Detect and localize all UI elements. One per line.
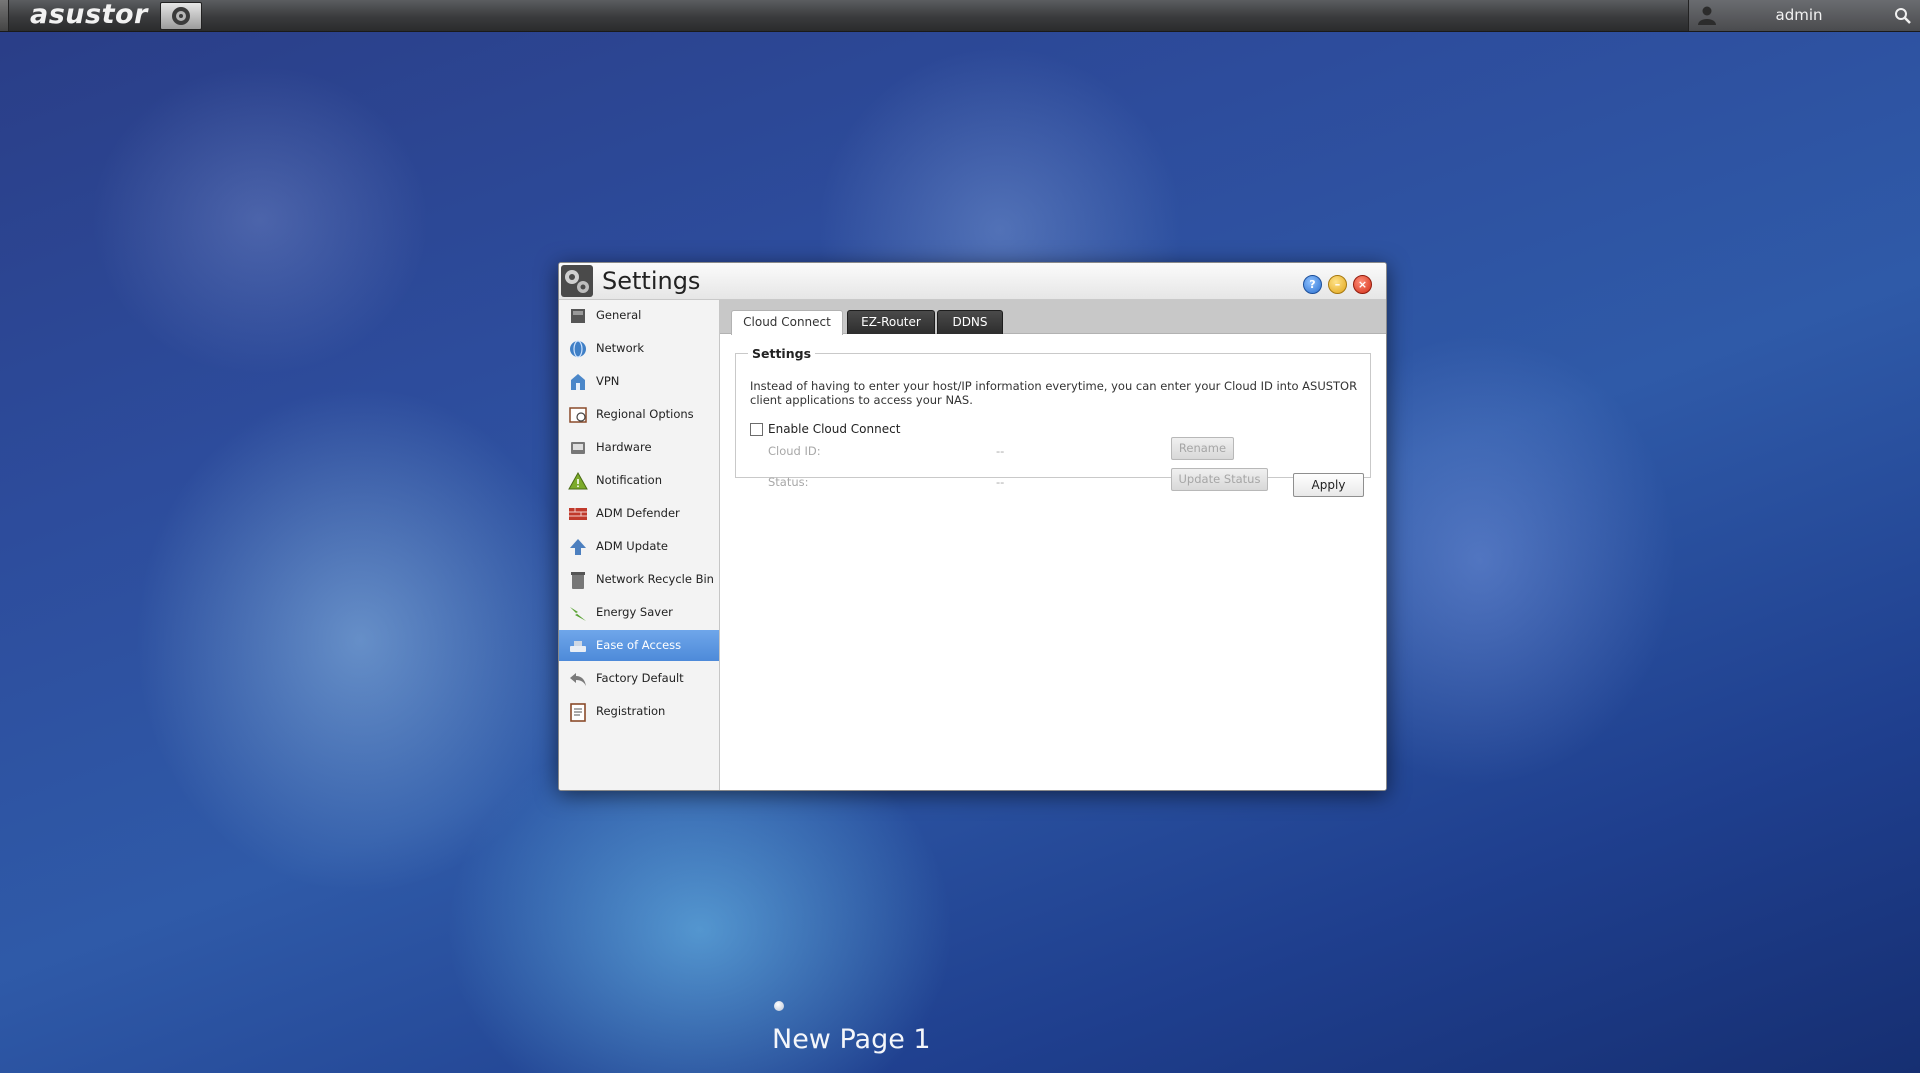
sidebar-item-label: Hardware bbox=[596, 440, 652, 454]
enable-cloud-connect-row: Enable Cloud Connect bbox=[750, 422, 900, 436]
settings-content: Cloud Connect EZ-Router DDNS Settings In… bbox=[720, 300, 1386, 790]
cloud-id-label: Cloud ID: bbox=[768, 444, 821, 458]
settings-gear-icon bbox=[561, 265, 593, 297]
hardware-icon bbox=[571, 442, 585, 454]
brand-logo: asustor bbox=[30, 0, 148, 30]
recycle-bin-icon bbox=[571, 572, 585, 589]
tab-cloud-connect[interactable]: Cloud Connect bbox=[731, 310, 843, 335]
ease-of-access-icon bbox=[570, 641, 586, 652]
adm-defender-icon bbox=[569, 508, 587, 520]
cloud-id-value: -- bbox=[996, 444, 1005, 458]
sidebar-item-label: Notification bbox=[596, 473, 662, 487]
vpn-icon bbox=[571, 374, 585, 390]
sidebar-item-hardware[interactable]: Hardware bbox=[559, 432, 719, 463]
sidebar-item-label: Ease of Access bbox=[596, 638, 682, 652]
sidebar-item-label: General bbox=[596, 308, 642, 322]
topbar-notch bbox=[0, 0, 9, 31]
enable-cloud-connect-label[interactable]: Enable Cloud Connect bbox=[768, 422, 900, 436]
sidebar-item-label: VPN bbox=[596, 374, 620, 388]
help-button[interactable]: ? bbox=[1303, 275, 1322, 294]
user-icon bbox=[1698, 6, 1716, 25]
tab-strip: Cloud Connect EZ-Router DDNS bbox=[720, 300, 1386, 335]
window-titlebar[interactable]: Settings ? – × bbox=[559, 263, 1386, 300]
close-button[interactable]: × bbox=[1353, 275, 1372, 294]
sidebar-item-label: Registration bbox=[596, 704, 666, 718]
network-icon bbox=[570, 340, 586, 358]
cloud-connect-description: Instead of having to enter your host/IP … bbox=[750, 379, 1358, 407]
sidebar-item-energy-saver[interactable]: Energy Saver bbox=[559, 597, 719, 628]
sidebar-item-label: ADM Update bbox=[596, 539, 668, 553]
sidebar-item-ease-of-access[interactable]: Ease of Access bbox=[559, 630, 719, 661]
adm-update-icon bbox=[570, 539, 586, 555]
top-bar: asustor admin bbox=[0, 0, 1920, 32]
status-label: Status: bbox=[768, 475, 809, 489]
regional-options-icon bbox=[569, 407, 587, 423]
notification-icon bbox=[568, 471, 588, 490]
energy-saver-icon bbox=[570, 607, 586, 621]
sidebar-item-regional-options[interactable]: Regional Options bbox=[559, 399, 719, 430]
sidebar-item-vpn[interactable]: VPN bbox=[559, 366, 719, 397]
sidebar-item-label: ADM Defender bbox=[596, 506, 680, 520]
minimize-button[interactable]: – bbox=[1328, 275, 1347, 294]
sidebar-item-label: Energy Saver bbox=[596, 605, 673, 619]
status-value: -- bbox=[996, 475, 1005, 489]
sidebar-item-label: Regional Options bbox=[596, 407, 694, 421]
sidebar-item-label: Factory Default bbox=[596, 671, 684, 685]
minimize-icon: – bbox=[1334, 278, 1341, 291]
gear-icon bbox=[172, 7, 190, 25]
sidebar-item-label: Network bbox=[596, 341, 645, 355]
general-icon bbox=[571, 309, 585, 323]
apply-button[interactable]: Apply bbox=[1293, 473, 1364, 497]
rename-button[interactable]: Rename bbox=[1171, 437, 1234, 460]
sidebar-item-adm-defender[interactable]: ADM Defender bbox=[559, 498, 719, 529]
sidebar-item-adm-update[interactable]: ADM Update bbox=[559, 531, 719, 562]
settings-sidebar: General Network VPN Regional Options Har… bbox=[559, 300, 720, 790]
sidebar-item-network[interactable]: Network bbox=[559, 333, 719, 364]
sidebar-item-network-recycle-bin[interactable]: Network Recycle Bin bbox=[559, 564, 719, 595]
page-indicator-dot[interactable] bbox=[774, 1001, 784, 1011]
search-icon bbox=[1894, 7, 1911, 24]
desktop-page-name: New Page 1 bbox=[772, 1024, 931, 1055]
enable-cloud-connect-checkbox[interactable] bbox=[750, 422, 763, 436]
close-icon: × bbox=[1357, 278, 1368, 291]
sidebar-item-label: Network Recycle Bin bbox=[596, 572, 714, 586]
tab-ez-router[interactable]: EZ-Router bbox=[847, 310, 935, 334]
settings-group: Settings Instead of having to enter your… bbox=[735, 346, 1371, 491]
tab-ddns[interactable]: DDNS bbox=[937, 310, 1003, 334]
factory-default-icon bbox=[570, 673, 586, 686]
search-button[interactable] bbox=[1885, 0, 1920, 31]
settings-app-tile[interactable] bbox=[160, 2, 202, 30]
update-status-button[interactable]: Update Status bbox=[1171, 468, 1268, 491]
settings-legend: Settings bbox=[752, 346, 812, 361]
help-icon: ? bbox=[1309, 278, 1316, 291]
sidebar-item-factory-default[interactable]: Factory Default bbox=[559, 663, 719, 694]
user-menu[interactable]: admin bbox=[1688, 0, 1886, 31]
sidebar-item-registration[interactable]: Registration bbox=[559, 696, 719, 727]
settings-window: Settings ? – × General Network VPN Regio… bbox=[558, 262, 1387, 791]
window-title: Settings bbox=[602, 267, 701, 295]
user-name: admin bbox=[1775, 6, 1823, 24]
registration-icon bbox=[570, 703, 586, 722]
sidebar-item-notification[interactable]: Notification bbox=[559, 465, 719, 496]
sidebar-item-general[interactable]: General bbox=[559, 300, 719, 331]
